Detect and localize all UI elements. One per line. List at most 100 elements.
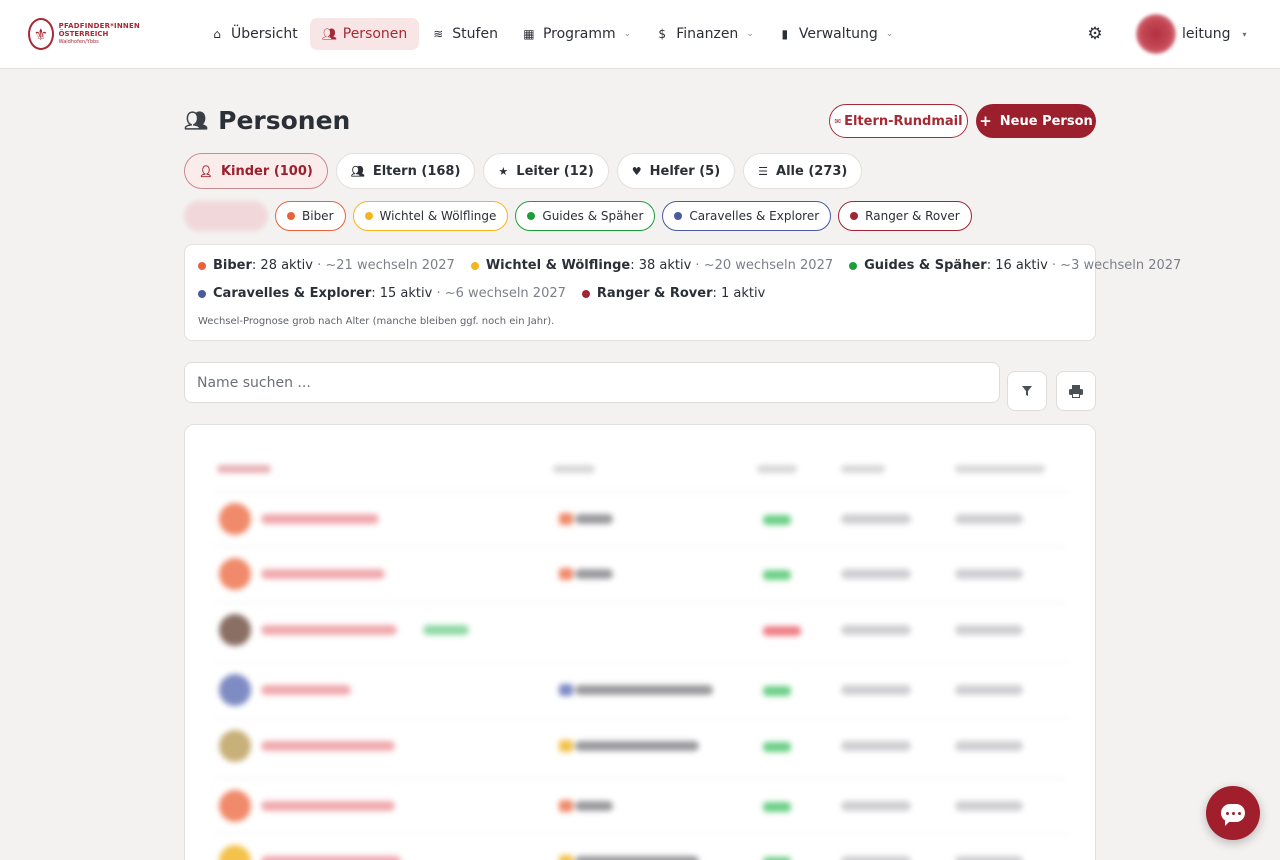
- new-person-button[interactable]: + Neue Person: [976, 104, 1096, 138]
- table-row-divider: [215, 718, 1067, 719]
- level-chip-guides-spaeher[interactable]: Guides & Späher: [515, 201, 656, 231]
- nav-item-uebersicht[interactable]: ⌂ Übersicht: [198, 18, 310, 50]
- tab-label: Helfer (5): [649, 163, 721, 179]
- level-name: [575, 801, 613, 811]
- summary-item: Biber: 28 aktiv · ~21 wechseln 2027: [198, 258, 455, 273]
- summary-level-name: Ranger & Rover: [596, 286, 713, 301]
- tab-label: Eltern (168): [372, 163, 461, 179]
- nav-item-label: Stufen: [452, 26, 498, 42]
- level-chip-biber[interactable]: Biber: [275, 201, 346, 231]
- avatar: [219, 503, 251, 535]
- level-name: [575, 514, 613, 524]
- nav-item-finanzen[interactable]: $ Finanzen ⌄: [643, 18, 766, 50]
- level-badge: [559, 684, 573, 696]
- table-header-cell[interactable]: [217, 465, 271, 473]
- summary-active-count: : 15 aktiv: [371, 286, 433, 301]
- level-color-dot: [198, 261, 206, 270]
- users-icon: 👥︎: [350, 164, 365, 178]
- summary-forecast: · ~3 wechseln 2027: [1047, 258, 1182, 273]
- age-value: [841, 685, 911, 695]
- level-color-dot: [470, 261, 479, 270]
- summary-level-name: Caravelles & Explorer: [213, 286, 372, 301]
- tab-kinder[interactable]: 👤︎ Kinder (100): [184, 153, 328, 189]
- level-chip-wichtel-woelflinge[interactable]: Wichtel & Wölflinge: [352, 201, 509, 231]
- tab-alle[interactable]: ☰ Alle (273): [743, 153, 863, 189]
- tab-leiter[interactable]: ★ Leiter (12): [483, 153, 609, 189]
- tab-helfer[interactable]: ♥ Helfer (5): [616, 153, 736, 189]
- avatar: [219, 730, 251, 762]
- avatar: [219, 790, 251, 822]
- level-chip-label: Biber: [302, 209, 334, 223]
- chat-button[interactable]: [1206, 786, 1260, 840]
- table-header-cell[interactable]: [553, 465, 595, 473]
- brand-line-3: Waldhofen/Ybbs: [58, 39, 99, 45]
- summary-active-count: : 1 aktiv: [712, 286, 766, 301]
- summary-row: Biber: 28 aktiv · ~21 wechseln 2027 Wich…: [198, 258, 1181, 273]
- person-name[interactable]: [261, 625, 397, 635]
- person-name[interactable]: [261, 856, 401, 860]
- user-menu[interactable]: leitung ▾: [1136, 14, 1247, 54]
- nav-item-label: Übersicht: [231, 26, 298, 42]
- level-name: [575, 685, 713, 695]
- level-color-dot: [198, 289, 206, 298]
- chat-dot: [1225, 811, 1229, 815]
- level-name: [575, 569, 613, 579]
- level-chip-label: Wichtel & Wölflinge: [379, 209, 497, 223]
- person-name[interactable]: [261, 801, 395, 811]
- tab-label: Leiter (12): [516, 163, 594, 179]
- print-button[interactable]: [1056, 371, 1096, 411]
- table-header-cell[interactable]: [757, 465, 797, 473]
- caret-down-icon: ▾: [1242, 29, 1247, 39]
- summary-active-count: : 16 aktiv: [986, 258, 1048, 273]
- summary-item: Caravelles & Explorer: 15 aktiv · ~6 wec…: [198, 286, 566, 301]
- summary-level-name: Biber: [213, 258, 252, 273]
- level-chip-ranger-rover[interactable]: Ranger & Rover: [838, 201, 972, 231]
- nav-item-verwaltung[interactable]: ▮ Verwaltung ⌄: [766, 18, 905, 50]
- summary-item: Guides & Späher: 16 aktiv · ~3 wechseln …: [849, 258, 1181, 273]
- status-badge: [763, 742, 791, 752]
- parents-mail-button[interactable]: ✉ Eltern-Rundmail: [829, 104, 968, 138]
- level-chip-caravelles-explorer[interactable]: Caravelles & Explorer: [662, 201, 832, 231]
- table-row-divider: [215, 662, 1067, 663]
- person-name[interactable]: [261, 514, 379, 524]
- status-badge: [763, 802, 791, 812]
- table-header-cell[interactable]: [841, 465, 885, 473]
- chat-dot: [1231, 811, 1235, 815]
- name-search-input[interactable]: [184, 362, 1000, 403]
- person-name[interactable]: [261, 569, 385, 579]
- nav-item-personen[interactable]: 👥︎ Personen: [309, 18, 420, 50]
- level-chip-blurred[interactable]: [184, 201, 268, 231]
- page-title: 👥︎ Personen: [184, 106, 350, 135]
- nav-item-stufen[interactable]: ≋ Stufen: [419, 18, 510, 50]
- age-value: [841, 569, 911, 579]
- home-icon: ⌂: [213, 27, 221, 41]
- member-since-value: [955, 741, 1023, 751]
- summary-forecast: · ~6 wechseln 2027: [432, 286, 566, 301]
- gear-icon[interactable]: ⚙: [1085, 24, 1105, 44]
- person-table-blurred-content: [185, 425, 1095, 860]
- tab-eltern[interactable]: 👥︎ Eltern (168): [335, 153, 476, 189]
- filter-button[interactable]: [1007, 371, 1047, 411]
- avatar: [219, 614, 251, 646]
- member-since-value: [955, 625, 1023, 635]
- brand-logo[interactable]: ⚜ PFADFINDER*INNEN ÖSTERREICH Waldhofen/…: [28, 17, 140, 51]
- printer-icon: [1069, 384, 1083, 398]
- level-chip-label: Guides & Späher: [542, 209, 644, 223]
- person-name[interactable]: [261, 685, 351, 695]
- table-row-divider: [215, 491, 1067, 492]
- table-header-cell[interactable]: [955, 465, 1045, 473]
- person-table: [184, 424, 1096, 860]
- nav-item-label: Verwaltung: [798, 26, 878, 42]
- person-name[interactable]: [261, 741, 395, 751]
- summary-text: Wichtel & Wölflinge: 38 aktiv · ~20 wech…: [486, 258, 833, 273]
- brand-line-2: ÖSTERREICH: [58, 30, 109, 38]
- table-row-divider: [215, 778, 1067, 779]
- nav-item-label: Personen: [342, 26, 408, 42]
- nav-item-programm[interactable]: ▦ Programm ⌄: [510, 18, 643, 50]
- new-person-label: Neue Person: [999, 113, 1093, 129]
- summary-text: Caravelles & Explorer: 15 aktiv · ~6 wec…: [213, 286, 566, 301]
- summary-forecast: · ~20 wechseln 2027: [691, 258, 834, 273]
- summary-text: Biber: 28 aktiv · ~21 wechseln 2027: [213, 258, 455, 273]
- user-icon: 👤︎: [199, 164, 213, 178]
- level-badge: [559, 740, 573, 752]
